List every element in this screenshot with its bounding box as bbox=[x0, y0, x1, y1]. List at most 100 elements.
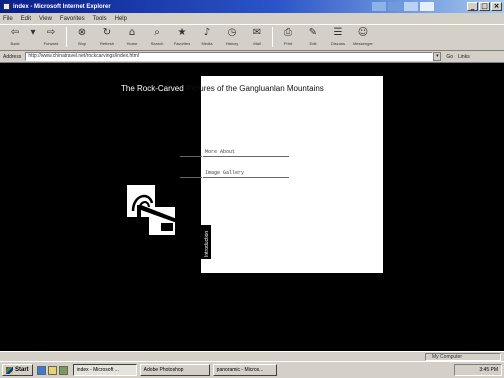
ie-app-icon bbox=[3, 3, 10, 10]
mail-button[interactable]: ✉ Mail bbox=[246, 27, 268, 46]
links-button[interactable]: Links bbox=[458, 54, 470, 60]
start-button[interactable]: Start bbox=[2, 364, 33, 376]
favorites-icon: ★ bbox=[177, 27, 187, 38]
address-bar: Address http://www.chinatravel.net/rockc… bbox=[0, 51, 504, 63]
discuss-button[interactable]: ☰ Discuss bbox=[327, 27, 349, 46]
toolbar-button-label: Forward bbox=[43, 41, 59, 46]
title-decor-tile bbox=[372, 2, 386, 11]
refresh-button[interactable]: ↻ Refresh bbox=[96, 27, 118, 46]
title-decor-tile bbox=[404, 2, 418, 11]
print-icon: ⎙ bbox=[284, 27, 292, 38]
title-decor-tile bbox=[388, 2, 402, 11]
window-controls: _ □ × bbox=[467, 2, 502, 11]
menu-view[interactable]: View bbox=[39, 16, 52, 22]
print-button[interactable]: ⎙ Print bbox=[277, 27, 299, 46]
refresh-icon: ↻ bbox=[102, 27, 112, 38]
page-title-part-1: The Rock-Carved bbox=[121, 84, 184, 93]
toolbar-separator bbox=[66, 27, 67, 47]
mail-icon: ✉ bbox=[252, 27, 262, 38]
window-title: index - Microsoft Internet Explorer bbox=[13, 3, 111, 10]
menu-bar: File Edit View Favorites Tools Help bbox=[0, 13, 504, 24]
history-button[interactable]: ◷ History bbox=[221, 27, 243, 46]
stop-button[interactable]: ⊗ Stop bbox=[71, 27, 93, 46]
address-dropdown-button[interactable]: ▾ bbox=[433, 52, 442, 61]
toolbar-button-label: Refresh bbox=[99, 41, 114, 46]
status-zone: My Computer bbox=[425, 353, 501, 361]
rock-carving-logo-icon bbox=[127, 185, 177, 235]
standard-toolbar: ⇦ Back ▾ ⇨ Forward ⊗ Stop ↻ Refresh ⌂ Home ⌕ Search ★… bbox=[0, 24, 504, 51]
toolbar-separator bbox=[272, 27, 273, 47]
back-arrow-icon: ⇦ bbox=[10, 27, 20, 38]
toolbar-button-label: Favorites bbox=[173, 41, 191, 46]
outlook-quicklaunch-icon[interactable] bbox=[47, 365, 57, 375]
toolbar-button-label: Back bbox=[10, 41, 20, 46]
vertical-tab-label: Introduction bbox=[204, 230, 210, 257]
taskbar-task-button[interactable]: index - Microsoft ... bbox=[72, 364, 137, 376]
toolbar-button-label: Media bbox=[201, 41, 213, 46]
windows-taskbar: Start index - Microsoft ... Adobe Photosh… bbox=[0, 361, 504, 378]
nav-line-right-1 bbox=[203, 156, 289, 157]
quick-launch bbox=[36, 365, 70, 375]
toolbar-button-label: Edit bbox=[309, 41, 317, 46]
toolbar-button-label: Print bbox=[283, 41, 293, 46]
page-title: The Rock-Carved Pictures of the Gangluan… bbox=[121, 84, 324, 93]
favorites-button[interactable]: ★ Favorites bbox=[171, 27, 193, 46]
title-decor-tile bbox=[420, 2, 434, 11]
dropdown-icon: ▾ bbox=[30, 27, 36, 38]
address-input[interactable]: http://www.chinatravel.net/rockcarvings/… bbox=[25, 52, 434, 61]
toolbar-button-label: Messenger bbox=[353, 41, 373, 46]
nav-line-left-1 bbox=[180, 156, 202, 157]
window-title-bar[interactable]: index - Microsoft Internet Explorer _ □ … bbox=[0, 0, 504, 13]
edit-icon: ✎ bbox=[308, 27, 318, 38]
history-icon: ◷ bbox=[227, 27, 237, 38]
forward-arrow-icon: ⇨ bbox=[46, 27, 56, 38]
messenger-button[interactable]: ☺ Messenger bbox=[352, 27, 374, 46]
search-button[interactable]: ⌕ Search bbox=[146, 27, 168, 46]
media-icon: ♪ bbox=[203, 27, 211, 38]
home-icon: ⌂ bbox=[128, 27, 136, 38]
toolbar-button-label: Mail bbox=[253, 41, 261, 46]
menu-file[interactable]: File bbox=[3, 16, 13, 22]
nav-link-more-about[interactable]: More About bbox=[205, 149, 235, 155]
menu-help[interactable]: Help bbox=[115, 16, 127, 22]
search-icon: ⌕ bbox=[154, 27, 160, 38]
stop-icon: ⊗ bbox=[77, 27, 87, 38]
maximize-button[interactable]: □ bbox=[479, 2, 490, 11]
start-label: Start bbox=[15, 367, 29, 373]
discuss-icon: ☰ bbox=[333, 27, 343, 38]
toolbar-button-label: Stop bbox=[77, 41, 87, 46]
menu-edit[interactable]: Edit bbox=[21, 16, 31, 22]
forward-button[interactable]: ⇨ Forward bbox=[40, 27, 62, 46]
menu-tools[interactable]: Tools bbox=[93, 16, 107, 22]
minimize-button[interactable]: _ bbox=[467, 2, 478, 11]
nav-line-right-2 bbox=[203, 177, 289, 178]
status-bar: My Computer bbox=[0, 351, 504, 361]
menu-favorites[interactable]: Favorites bbox=[60, 16, 85, 22]
title-bar-decoration bbox=[372, 2, 434, 11]
toolbar-button-label: Home bbox=[126, 41, 138, 46]
page-title-part-2: Pictures of the Gangluanlan Mountains bbox=[183, 84, 324, 93]
back-button[interactable]: ⇦ Back bbox=[4, 27, 26, 46]
home-button[interactable]: ⌂ Home bbox=[121, 27, 143, 46]
toolbar-button-label: Search bbox=[150, 41, 164, 46]
media-button[interactable]: ♪ Media bbox=[196, 27, 218, 46]
address-label: Address bbox=[3, 53, 22, 60]
nav-link-image-gallery[interactable]: Image Gallery bbox=[205, 170, 244, 176]
close-button[interactable]: × bbox=[491, 2, 502, 11]
ie-quicklaunch-icon[interactable] bbox=[36, 365, 46, 375]
vertical-tab-introduction[interactable]: Introduction bbox=[199, 225, 211, 259]
edit-button[interactable]: ✎ Edit bbox=[302, 27, 324, 46]
taskbar-task-button[interactable]: Adobe Photoshop bbox=[139, 364, 210, 376]
windows-flag-icon bbox=[6, 366, 13, 374]
go-button[interactable]: Go bbox=[446, 54, 453, 60]
desktop-quicklaunch-icon[interactable] bbox=[58, 365, 68, 375]
task-buttons: index - Microsoft ... Adobe Photoshop pano… bbox=[70, 364, 277, 376]
taskbar-task-button[interactable]: panoramic - Micros... bbox=[212, 364, 277, 376]
back-dropdown-button[interactable]: ▾ bbox=[29, 27, 37, 41]
clock: 3:45 PM bbox=[479, 367, 498, 373]
toolbar-button-label: Discuss bbox=[330, 41, 345, 46]
nav-line-left-2 bbox=[180, 177, 202, 178]
messenger-icon: ☺ bbox=[357, 27, 369, 38]
toolbar-button-label: History bbox=[225, 41, 239, 46]
system-tray: 3:45 PM bbox=[454, 364, 502, 376]
